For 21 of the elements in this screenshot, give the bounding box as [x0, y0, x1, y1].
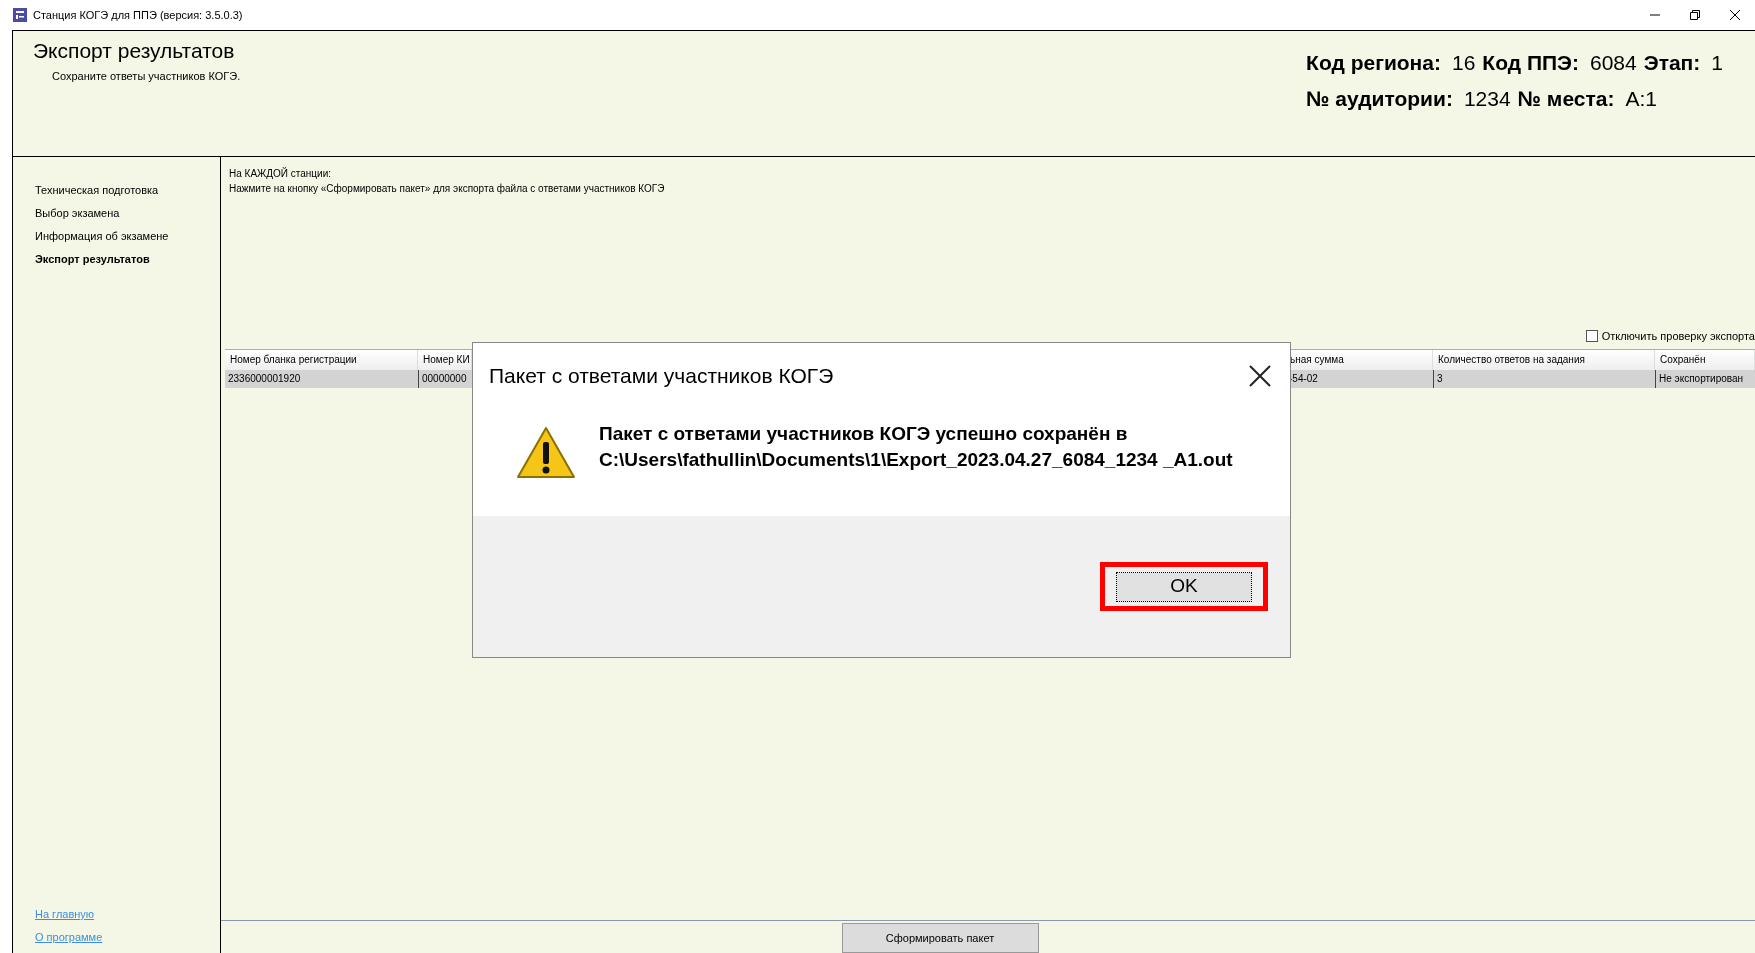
- info-value: 1234: [1463, 85, 1511, 112]
- page-subtitle: Сохраните ответы участников КОГЭ.: [52, 68, 241, 84]
- info-label: № аудитории:: [1306, 85, 1453, 112]
- instruction-text: На КАЖДОЙ станции:: [229, 166, 333, 181]
- info-value: 16: [1452, 50, 1476, 76]
- instruction-text: Нажмите на кнопку «Сформировать пакет» для экспорта файла с ответами участников КОГЭ: [229, 182, 666, 196]
- info-label: Этап:: [1643, 50, 1701, 76]
- info-value: А:1: [1625, 85, 1657, 112]
- dialog-title: Пакет с ответами участников КОГЭ: [489, 363, 834, 390]
- info-value: 1: [1711, 50, 1723, 76]
- table-cell-text: 2336000001920: [227, 372, 302, 386]
- checkbox-label: Отключить проверку экспорта: [1601, 328, 1755, 344]
- table-cell: 3: [1433, 370, 1655, 388]
- window-title: Станция КОГЭ для ППЭ (версия: 3.5.0.3): [33, 7, 243, 23]
- info-value: 6084: [1590, 50, 1637, 76]
- info-label: № места:: [1517, 85, 1615, 112]
- info-label: Код ППЭ:: [1482, 50, 1579, 76]
- dialog-message: Пакет с ответами участников КОГЭ успешно сохранён в C:\Users\fathullin\Documents\1\Export_2023.04.27_6084_1234 _A1.out: [599, 422, 1234, 472]
- table-cell: Не экспортирован: [1655, 370, 1755, 388]
- page-title: Экспорт результатов: [33, 38, 236, 64]
- info-label: Код региона:: [1306, 50, 1441, 76]
